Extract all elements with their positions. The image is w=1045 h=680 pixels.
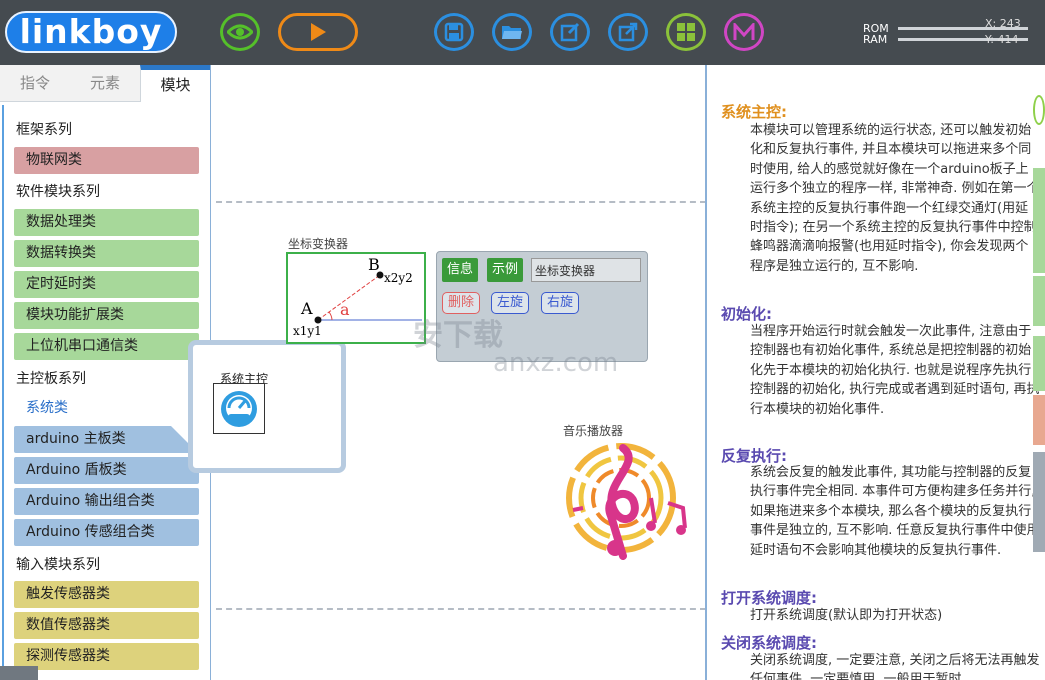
- section-software: 软件模块系列: [16, 184, 100, 200]
- para-enable-scheduler: 打开系统调度(默认即为打开状态): [750, 608, 943, 623]
- coord-transformer-label: 坐标变换器: [288, 237, 349, 251]
- eye-icon[interactable]: [220, 13, 260, 51]
- toolbar: linkboy ROM RAM X: 243 Y: 414: [0, 0, 1045, 65]
- edge-tab-gray[interactable]: [1033, 452, 1045, 552]
- heading-init: 初始化:: [721, 305, 772, 323]
- category-detect-sensor[interactable]: 探测传感器类: [14, 643, 199, 670]
- edge-green-circle: [1033, 95, 1045, 125]
- a-coords: x1y1: [293, 324, 322, 338]
- music-player-label: 音乐播放器: [563, 424, 624, 438]
- panel-tabs: 指令 元素 模块: [0, 65, 210, 102]
- heading-disable-scheduler: 关闭系统调度:: [721, 634, 817, 652]
- edit-icon[interactable]: [550, 13, 590, 51]
- edge-tab-orange[interactable]: [1033, 395, 1045, 445]
- tab-elements[interactable]: 元素: [70, 65, 140, 102]
- watermark: 安下载: [413, 318, 503, 353]
- category-data-processing[interactable]: 数据处理类: [14, 209, 199, 236]
- tab-modules[interactable]: 模块: [140, 65, 210, 102]
- point-b: B: [368, 255, 380, 274]
- category-serial-comm[interactable]: 上位机串口通信类: [14, 333, 199, 360]
- para-loop: 系统会反复的触发此事件, 其功能与控制器的反复执行事件完全相同. 本事件可方便构…: [750, 465, 1040, 558]
- m-icon[interactable]: [724, 13, 764, 51]
- system-control-module[interactable]: [213, 383, 265, 434]
- category-arduino-shield[interactable]: Arduino 盾板类: [14, 457, 199, 484]
- play-icon[interactable]: [278, 13, 358, 51]
- info-button[interactable]: 信息: [442, 258, 479, 282]
- para-system-control: 本模块可以管理系统的运行状态, 还可以触发初始化和反复执行事件, 并且本模块可以…: [750, 123, 1040, 274]
- x-readout: X: 243: [985, 17, 1021, 30]
- category-trigger-sensor[interactable]: 触发传感器类: [14, 581, 199, 608]
- edge-tab-green[interactable]: [1033, 336, 1045, 391]
- category-value-sensor[interactable]: 数值传感器类: [14, 612, 199, 639]
- category-data-conversion[interactable]: 数据转换类: [14, 240, 199, 267]
- category-arduino-output[interactable]: Arduino 输出组合类: [14, 488, 199, 515]
- tab-instructions[interactable]: 指令: [0, 65, 70, 102]
- b-coords: x2y2: [384, 271, 413, 285]
- rotate-right-button[interactable]: 右旋: [541, 292, 580, 314]
- example-button[interactable]: 示例: [487, 258, 524, 282]
- section-input: 输入模块系列: [16, 557, 100, 573]
- divider-line: [216, 608, 706, 610]
- category-iot[interactable]: 物联网类: [14, 147, 199, 174]
- edge-tab-green[interactable]: [1033, 168, 1045, 273]
- left-scrollbar[interactable]: [0, 666, 38, 680]
- module-popup: [188, 340, 346, 473]
- section-framework: 框架系列: [16, 122, 72, 138]
- dashboard-icon: [221, 391, 257, 427]
- watermark-url: anxz.com: [493, 348, 619, 378]
- y-readout: Y: 414: [985, 33, 1019, 46]
- category-module-extension[interactable]: 模块功能扩展类: [14, 302, 199, 329]
- export-icon[interactable]: [608, 13, 648, 51]
- ram-label: RAM: [863, 33, 888, 46]
- category-timer-delay[interactable]: 定时延时类: [14, 271, 199, 298]
- music-player-module[interactable]: [563, 438, 695, 560]
- music-note-icon: [566, 443, 687, 560]
- module-panel: 指令 元素 模块 框架系列 物联网类 软件模块系列 数据处理类 数据转换类 定时…: [0, 65, 210, 680]
- para-init: 当程序开始运行时就会触发一次此事件, 注意由于控制器也有初始化事件, 系统总是把…: [750, 324, 1040, 417]
- coord-transformer-module[interactable]: A B a x1y1 x2y2: [286, 252, 426, 344]
- help-panel: 系统主控: 本模块可以管理系统的运行状态, 还可以触发初始化和反复执行事件, 并…: [705, 65, 1045, 680]
- edge-tab-green[interactable]: [1033, 276, 1045, 326]
- grid-icon[interactable]: [666, 13, 706, 51]
- divider-line: [216, 201, 706, 203]
- open-folder-icon[interactable]: [492, 13, 532, 51]
- save-icon[interactable]: [434, 13, 474, 51]
- module-name-field[interactable]: 坐标变换器: [531, 258, 641, 282]
- angle-label: a: [340, 300, 350, 319]
- heading-enable-scheduler: 打开系统调度:: [721, 589, 817, 607]
- category-arduino-sensor[interactable]: Arduino 传感组合类: [14, 519, 199, 546]
- linkboy-logo: linkboy: [5, 11, 177, 53]
- section-mainboard: 主控板系列: [16, 371, 86, 387]
- point-a: A: [301, 299, 313, 318]
- heading-system-control: 系统主控:: [721, 103, 787, 121]
- para-disable-scheduler: 关闭系统调度, 一定要注意, 关闭之后将无法再触发任何事件, 一定要慎用, 一般…: [750, 653, 1040, 680]
